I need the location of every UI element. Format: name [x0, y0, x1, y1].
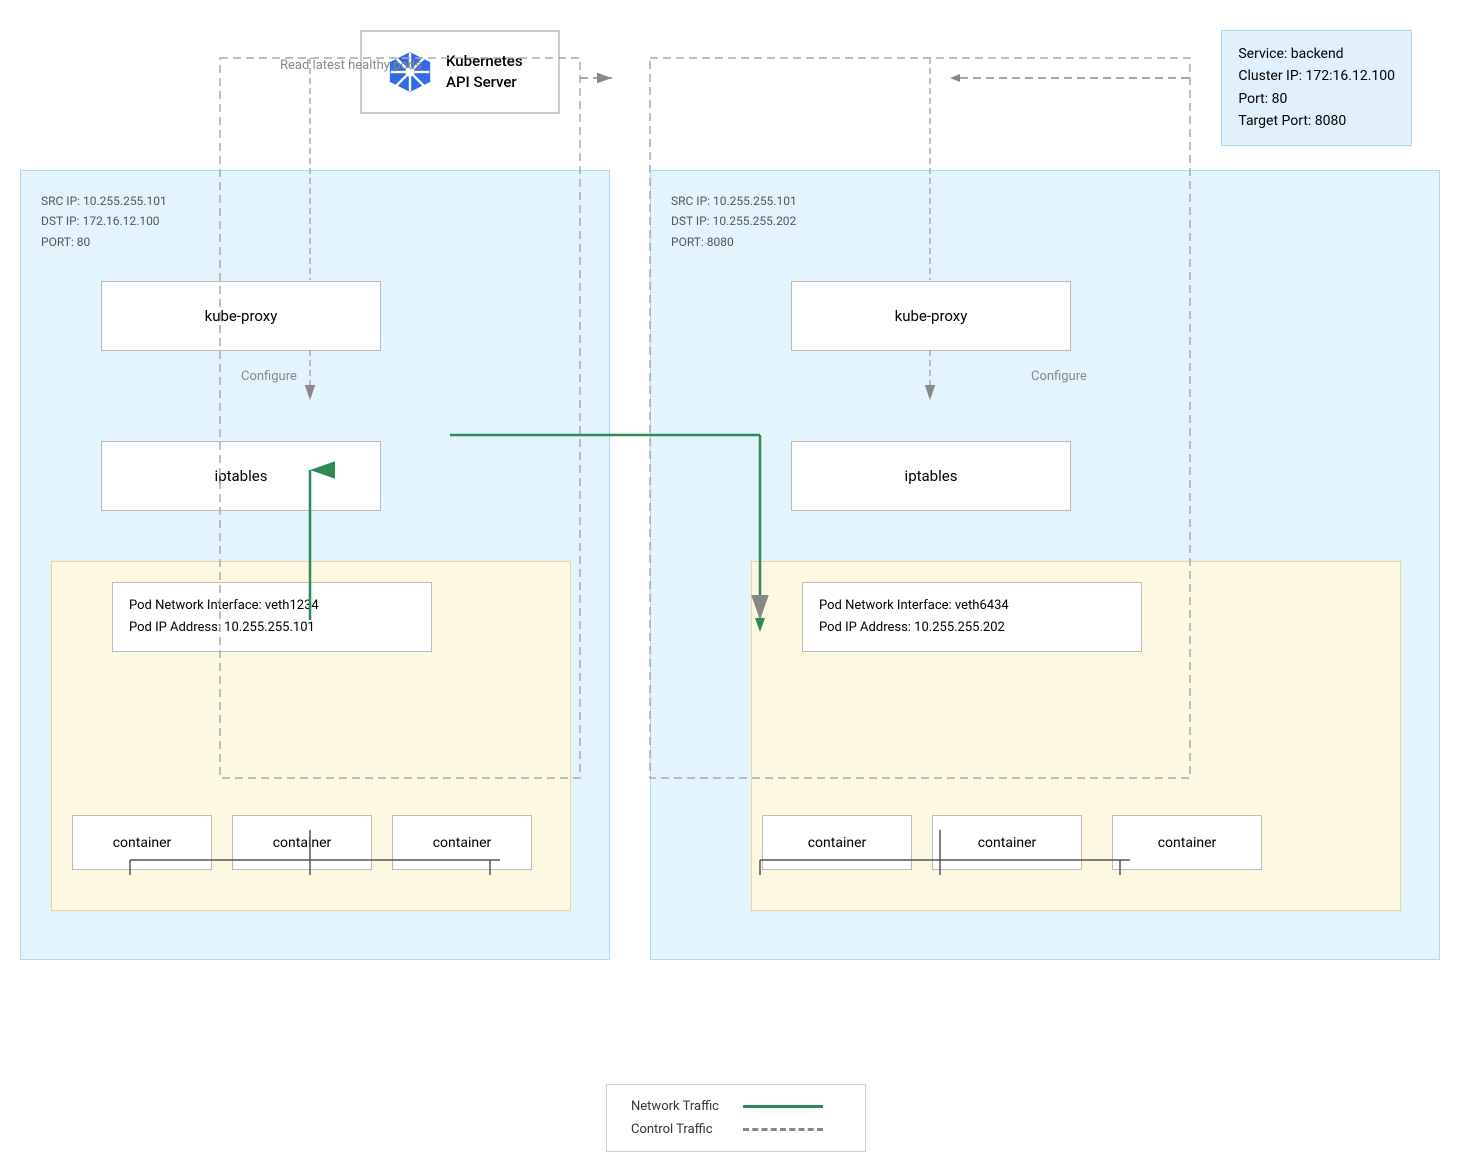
service-cluster-ip: Cluster IP: 172:16.12.100 [1238, 65, 1395, 87]
container-left-1: container [72, 815, 212, 870]
node-right-ip-info: SRC IP: 10.255.255.101 DST IP: 10.255.25… [671, 191, 797, 252]
pod-interface-right-line2: Pod IP Address: 10.255.255.202 [819, 617, 1125, 639]
node-right-panel: SRC IP: 10.255.255.101 DST IP: 10.255.25… [650, 170, 1440, 960]
legend-control-label: Control Traffic [631, 1122, 731, 1137]
service-target-port: Target Port: 8080 [1238, 110, 1395, 132]
pod-area-right: Pod Network Interface: veth6434 Pod IP A… [751, 561, 1401, 911]
right-port: PORT: 8080 [671, 232, 797, 252]
legend-network-traffic: Network Traffic [631, 1099, 841, 1114]
container-left-2: container [232, 815, 372, 870]
read-pods-label: Read latest healthy pods [280, 58, 422, 73]
container-right-3: container [1112, 815, 1262, 870]
legend-network-label: Network Traffic [631, 1099, 731, 1114]
kube-proxy-left: kube-proxy [101, 281, 381, 351]
pod-interface-left-line1: Pod Network Interface: veth1234 [129, 595, 415, 617]
container-left-3: container [392, 815, 532, 870]
container-right-2: container [932, 815, 1082, 870]
kube-proxy-right: kube-proxy [791, 281, 1071, 351]
service-info-box: Service: backend Cluster IP: 172:16.12.1… [1221, 30, 1412, 146]
pod-interface-right: Pod Network Interface: veth6434 Pod IP A… [802, 582, 1142, 652]
left-src-ip: SRC IP: 10.255.255.101 [41, 191, 167, 211]
iptables-left: iptables [101, 441, 381, 511]
service-port: Port: 80 [1238, 88, 1395, 110]
pod-area-left: Pod Network Interface: veth1234 Pod IP A… [51, 561, 571, 911]
right-src-ip: SRC IP: 10.255.255.101 [671, 191, 797, 211]
right-dst-ip: DST IP: 10.255.255.202 [671, 211, 797, 231]
left-dst-ip: DST IP: 172.16.12.100 [41, 211, 167, 231]
node-left-ip-info: SRC IP: 10.255.255.101 DST IP: 172.16.12… [41, 191, 167, 252]
pod-interface-right-line1: Pod Network Interface: veth6434 [819, 595, 1125, 617]
k8s-label: Kubernetes API Server [446, 51, 523, 93]
pod-interface-left: Pod Network Interface: veth1234 Pod IP A… [112, 582, 432, 652]
iptables-right: iptables [791, 441, 1071, 511]
configure-label-right: Configure [1031, 369, 1087, 384]
node-left-panel: SRC IP: 10.255.255.101 DST IP: 172.16.12… [20, 170, 610, 960]
diagram-container: Service: backend Cluster IP: 172:16.12.1… [0, 0, 1472, 1172]
legend-control-line [743, 1128, 823, 1131]
container-right-1: container [762, 815, 912, 870]
legend-box: Network Traffic Control Traffic [606, 1084, 866, 1152]
service-title: Service: backend [1238, 43, 1395, 65]
left-port: PORT: 80 [41, 232, 167, 252]
pod-interface-left-line2: Pod IP Address: 10.255.255.101 [129, 617, 415, 639]
configure-label-left: Configure [241, 369, 297, 384]
legend-network-line [743, 1105, 823, 1108]
legend-control-traffic: Control Traffic [631, 1122, 841, 1137]
